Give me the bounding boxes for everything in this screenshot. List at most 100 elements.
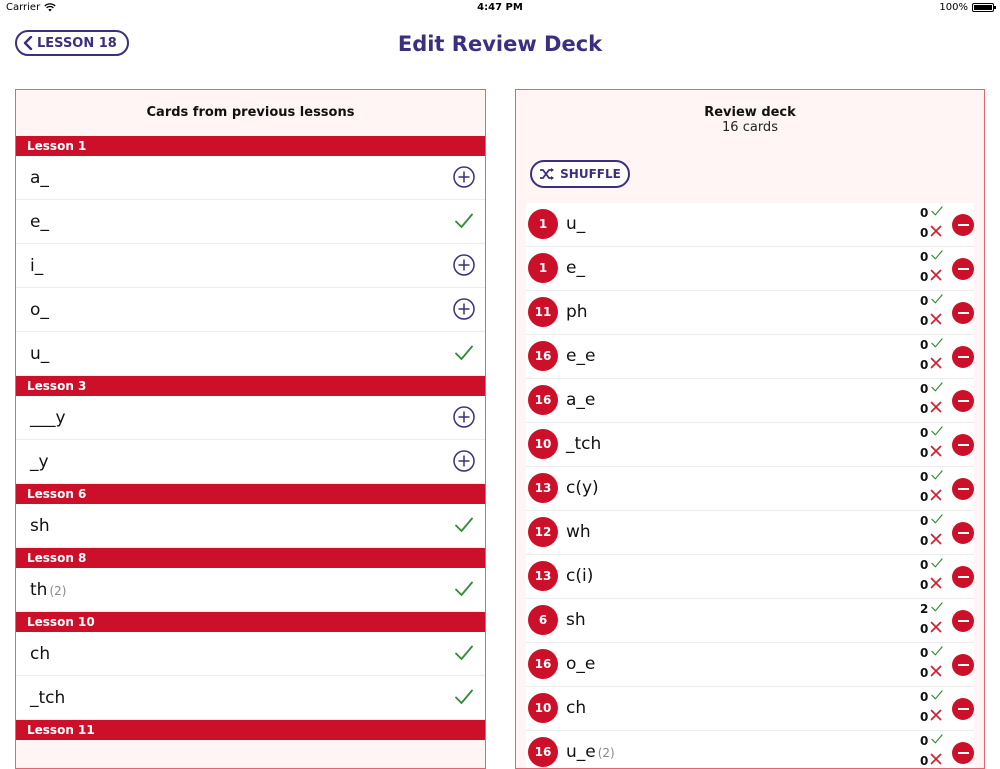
card-text: ___y [30,407,66,428]
lesson-number-badge: 1 [528,253,558,283]
deck-card-text: wh [566,522,591,542]
review-deck-row: 16 o_e 0 0 [526,643,974,687]
correct-score: 0 [920,248,944,265]
minus-circle-icon[interactable] [952,654,974,676]
correct-score: 0 [920,556,944,573]
deck-card-label: o_e [566,654,595,674]
lesson-number-badge: 16 [528,649,558,679]
plus-circle-icon[interactable] [453,254,475,276]
correct-score: 0 [920,424,944,441]
deck-card-copy-count: (2) [597,746,615,760]
lesson-number-badge: 13 [528,473,558,503]
card-text: ch [30,643,51,664]
previous-card-row[interactable]: sh [16,504,485,548]
deck-card-text: a_e [566,390,596,410]
previous-card-row[interactable]: u_ [16,332,485,376]
previous-card-row[interactable]: ___y [16,396,485,440]
previous-card-row[interactable]: i_ [16,244,485,288]
card-label: _y [30,452,49,472]
minus-circle-icon[interactable] [952,302,974,324]
card-text: sh [30,515,50,536]
card-label: th (2) [30,580,66,600]
correct-count: 0 [920,733,929,748]
checkmark-icon [453,514,475,536]
previous-card-row[interactable]: ch [16,632,485,676]
correct-count: 0 [920,513,929,528]
card-text: _y [30,451,49,472]
cross-icon [930,709,942,724]
minus-circle-icon[interactable] [952,258,974,280]
card-copy-count: (2) [49,583,67,598]
battery-icon [972,3,996,12]
shuffle-icon [540,168,555,180]
correct-score: 0 [920,204,944,221]
minus-circle-icon[interactable] [952,522,974,544]
lesson-number-badge: 11 [528,297,558,327]
minus-circle-icon[interactable] [952,214,974,236]
minus-circle-icon[interactable] [952,698,974,720]
review-deck-row: 16 e_e 0 0 [526,335,974,379]
minus-circle-icon[interactable] [952,742,974,764]
checkmark-icon [930,424,944,441]
minus-circle-icon[interactable] [952,346,974,368]
checkmark-icon [930,600,944,617]
card-text: th [30,579,48,600]
wrong-score: 0 [920,621,942,636]
checkmark-icon [453,342,475,364]
previous-card-row[interactable]: _tch [16,676,485,720]
lesson-group-list: Lesson 1 a_ e_ i_ o_ u_ Lesson 3 ___y _y Lesson 6… [16,136,485,740]
lesson-header: Lesson 10 [16,612,485,632]
correct-count: 0 [920,205,929,220]
correct-count: 0 [920,337,929,352]
card-label: o_ [30,300,49,320]
minus-bar [957,312,969,314]
minus-bar [957,752,969,754]
plus-circle-icon[interactable] [453,450,475,472]
wrong-count: 0 [920,577,929,592]
wrong-score: 0 [920,489,942,504]
deck-card-text: o_e [566,654,596,674]
correct-score: 0 [920,292,944,309]
minus-bar [957,664,969,666]
deck-card-label: c(i) [566,566,593,586]
previous-card-row[interactable]: th (2) [16,568,485,612]
wrong-score: 0 [920,533,942,548]
correct-score: 0 [920,380,944,397]
correct-count: 0 [920,645,929,660]
review-deck-row: 6 sh 2 0 [526,599,974,643]
plus-circle-icon[interactable] [453,298,475,320]
minus-circle-icon[interactable] [952,478,974,500]
minus-circle-icon[interactable] [952,390,974,412]
cross-icon [930,313,942,328]
review-deck-row: 16 a_e 0 0 [526,379,974,423]
checkmark-icon [930,644,944,661]
lesson-number-badge: 16 [528,737,558,767]
lesson-number-badge: 10 [528,429,558,459]
checkmark-icon [453,578,475,600]
checkmark-icon [930,248,944,265]
card-text: u_ [30,343,50,364]
previous-card-row[interactable]: o_ [16,288,485,332]
cross-icon [930,621,942,636]
minus-circle-icon[interactable] [952,610,974,632]
wrong-count: 0 [920,313,929,328]
wrong-score: 0 [920,269,942,284]
correct-score: 0 [920,468,944,485]
wrong-count: 0 [920,225,929,240]
battery-percent: 100% [939,2,968,13]
previous-card-row[interactable]: e_ [16,200,485,244]
wrong-score: 0 [920,357,942,372]
previous-card-row[interactable]: a_ [16,156,485,200]
minus-circle-icon[interactable] [952,566,974,588]
minus-bar [957,532,969,534]
plus-circle-icon[interactable] [453,166,475,188]
minus-bar [957,268,969,270]
cross-icon [930,489,942,504]
minus-bar [957,224,969,226]
shuffle-button[interactable]: SHUFFLE [530,160,630,188]
wrong-count: 0 [920,401,929,416]
previous-card-row[interactable]: _y [16,440,485,484]
minus-circle-icon[interactable] [952,434,974,456]
deck-card-text: c(i) [566,566,594,586]
plus-circle-icon[interactable] [453,406,475,428]
